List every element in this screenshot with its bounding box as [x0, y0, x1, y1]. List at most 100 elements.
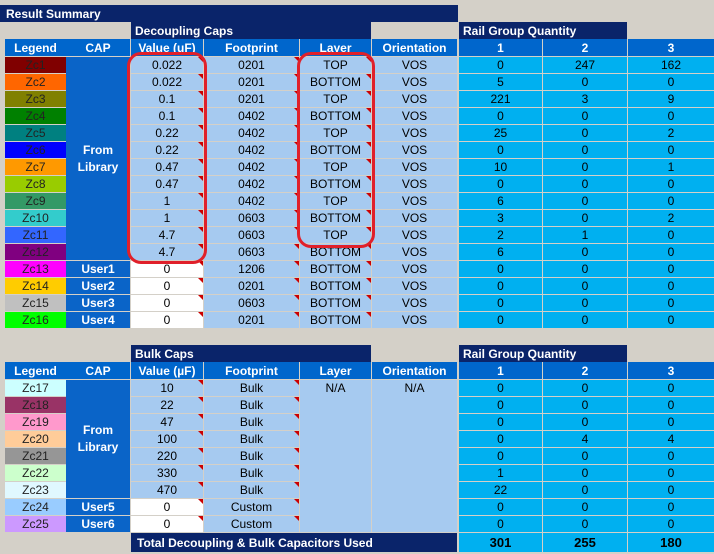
footprint-cell[interactable]: 0201 — [204, 278, 299, 294]
footprint-cell[interactable]: 0402 — [204, 108, 299, 124]
orientation-cell[interactable]: VOS — [372, 108, 457, 124]
footprint-cell[interactable]: Bulk — [204, 465, 299, 481]
footprint-cell[interactable]: 0402 — [204, 159, 299, 175]
footprint-cell[interactable]: 0603 — [204, 244, 299, 260]
top_section-header-rail1: 1 — [459, 39, 542, 56]
rail1-qty: 22 — [459, 482, 542, 498]
rail1-qty: 221 — [459, 91, 542, 107]
top_section-header-orientation: Orientation — [372, 39, 457, 56]
orientation-cell[interactable]: VOS — [372, 278, 457, 294]
rail1-qty: 0 — [459, 278, 542, 294]
footprint-cell[interactable]: Custom — [204, 499, 299, 515]
footprint-cell[interactable]: 0201 — [204, 57, 299, 73]
value-cell[interactable]: 0 — [131, 516, 203, 532]
rail3-qty: 0 — [628, 278, 714, 294]
orientation-cell[interactable]: VOS — [372, 312, 457, 328]
rail3-qty: 0 — [628, 142, 714, 158]
comment-indicator — [294, 465, 299, 470]
orientation-cell[interactable]: VOS — [372, 210, 457, 226]
rail2-qty: 0 — [543, 261, 627, 277]
cap-source-user: User2 — [66, 278, 130, 294]
comment-indicator — [198, 499, 203, 504]
footprint-cell[interactable]: 0201 — [204, 74, 299, 90]
layer-na: N/A — [325, 381, 346, 395]
orientation-cell[interactable]: VOS — [372, 295, 457, 311]
footprint-cell[interactable]: Bulk — [204, 482, 299, 498]
orientation-cell[interactable]: VOS — [372, 176, 457, 192]
rail3-qty: 0 — [628, 516, 714, 532]
legend-swatch-zc25: Zc25 — [5, 516, 66, 532]
orientation-cell[interactable]: VOS — [372, 244, 457, 260]
comment-indicator — [198, 465, 203, 470]
comment-indicator — [294, 261, 299, 266]
value-cell[interactable]: 470 — [131, 482, 203, 498]
value-cell[interactable]: 0 — [131, 278, 203, 294]
orientation-cell[interactable]: VOS — [372, 57, 457, 73]
footprint-cell[interactable]: 0402 — [204, 142, 299, 158]
orientation-cell[interactable]: VOS — [372, 261, 457, 277]
rail3-qty: 0 — [628, 499, 714, 515]
rail3-qty: 0 — [628, 397, 714, 413]
top_section-group-label: Decoupling Caps — [131, 22, 371, 39]
orientation-cell[interactable]: VOS — [372, 227, 457, 243]
rail2-qty: 0 — [543, 516, 627, 532]
orientation-cell[interactable]: VOS — [372, 193, 457, 209]
orientation-cell[interactable]: VOS — [372, 125, 457, 141]
rail2-qty: 0 — [543, 176, 627, 192]
rail1-qty: 3 — [459, 210, 542, 226]
footprint-cell[interactable]: Bulk — [204, 414, 299, 430]
legend-swatch-zc11: Zc11 — [5, 227, 66, 243]
footprint-cell[interactable]: Bulk — [204, 380, 299, 396]
layer-cell[interactable]: BOTTOM — [300, 295, 371, 311]
footprint-cell[interactable]: Custom — [204, 516, 299, 532]
layer-cell[interactable]: BOTTOM — [300, 261, 371, 277]
value-cell[interactable]: 10 — [131, 380, 203, 396]
rail3-qty: 0 — [628, 414, 714, 430]
footprint-cell[interactable]: 1206 — [204, 261, 299, 277]
footprint-cell[interactable]: 0201 — [204, 91, 299, 107]
rail2-qty: 0 — [543, 125, 627, 141]
comment-indicator — [366, 278, 371, 283]
value-cell[interactable]: 22 — [131, 397, 203, 413]
footprint-cell[interactable]: 0402 — [204, 193, 299, 209]
rail2-qty: 0 — [543, 210, 627, 226]
comment-indicator — [294, 380, 299, 385]
legend-swatch-zc19: Zc19 — [5, 414, 66, 430]
top_section-header-rail3: 3 — [628, 39, 714, 56]
rail2-qty: 247 — [543, 57, 627, 73]
rail2-qty: 0 — [543, 278, 627, 294]
comment-indicator — [294, 312, 299, 317]
footprint-cell[interactable]: Bulk — [204, 448, 299, 464]
layer-cell[interactable]: BOTTOM — [300, 278, 371, 294]
footprint-cell[interactable]: 0603 — [204, 227, 299, 243]
rail3-qty: 0 — [628, 244, 714, 260]
value-cell[interactable]: 330 — [131, 465, 203, 481]
footprint-cell[interactable]: Bulk — [204, 431, 299, 447]
orientation-cell[interactable]: VOS — [372, 159, 457, 175]
legend-swatch-zc8: Zc8 — [5, 176, 66, 192]
value-cell[interactable]: 0 — [131, 295, 203, 311]
value-cell[interactable]: 220 — [131, 448, 203, 464]
orientation-cell[interactable]: VOS — [372, 74, 457, 90]
value-cell[interactable]: 0 — [131, 312, 203, 328]
rail2-qty: 0 — [543, 380, 627, 396]
total-rail1: 301 — [459, 533, 542, 552]
value-cell[interactable]: 100 — [131, 431, 203, 447]
comment-indicator — [294, 499, 299, 504]
legend-swatch-zc24: Zc24 — [5, 499, 66, 515]
footprint-cell[interactable]: 0201 — [204, 312, 299, 328]
footprint-cell[interactable]: Bulk — [204, 397, 299, 413]
top_section-header-rail2: 2 — [543, 39, 627, 56]
footprint-cell[interactable]: 0603 — [204, 210, 299, 226]
value-cell[interactable]: 0 — [131, 499, 203, 515]
rail2-qty: 0 — [543, 108, 627, 124]
rail3-qty: 2 — [628, 125, 714, 141]
layer-cell[interactable]: BOTTOM — [300, 312, 371, 328]
orientation-cell[interactable]: VOS — [372, 91, 457, 107]
footprint-cell[interactable]: 0402 — [204, 125, 299, 141]
rail1-qty: 0 — [459, 516, 542, 532]
footprint-cell[interactable]: 0402 — [204, 176, 299, 192]
value-cell[interactable]: 47 — [131, 414, 203, 430]
footprint-cell[interactable]: 0603 — [204, 295, 299, 311]
orientation-cell[interactable]: VOS — [372, 142, 457, 158]
